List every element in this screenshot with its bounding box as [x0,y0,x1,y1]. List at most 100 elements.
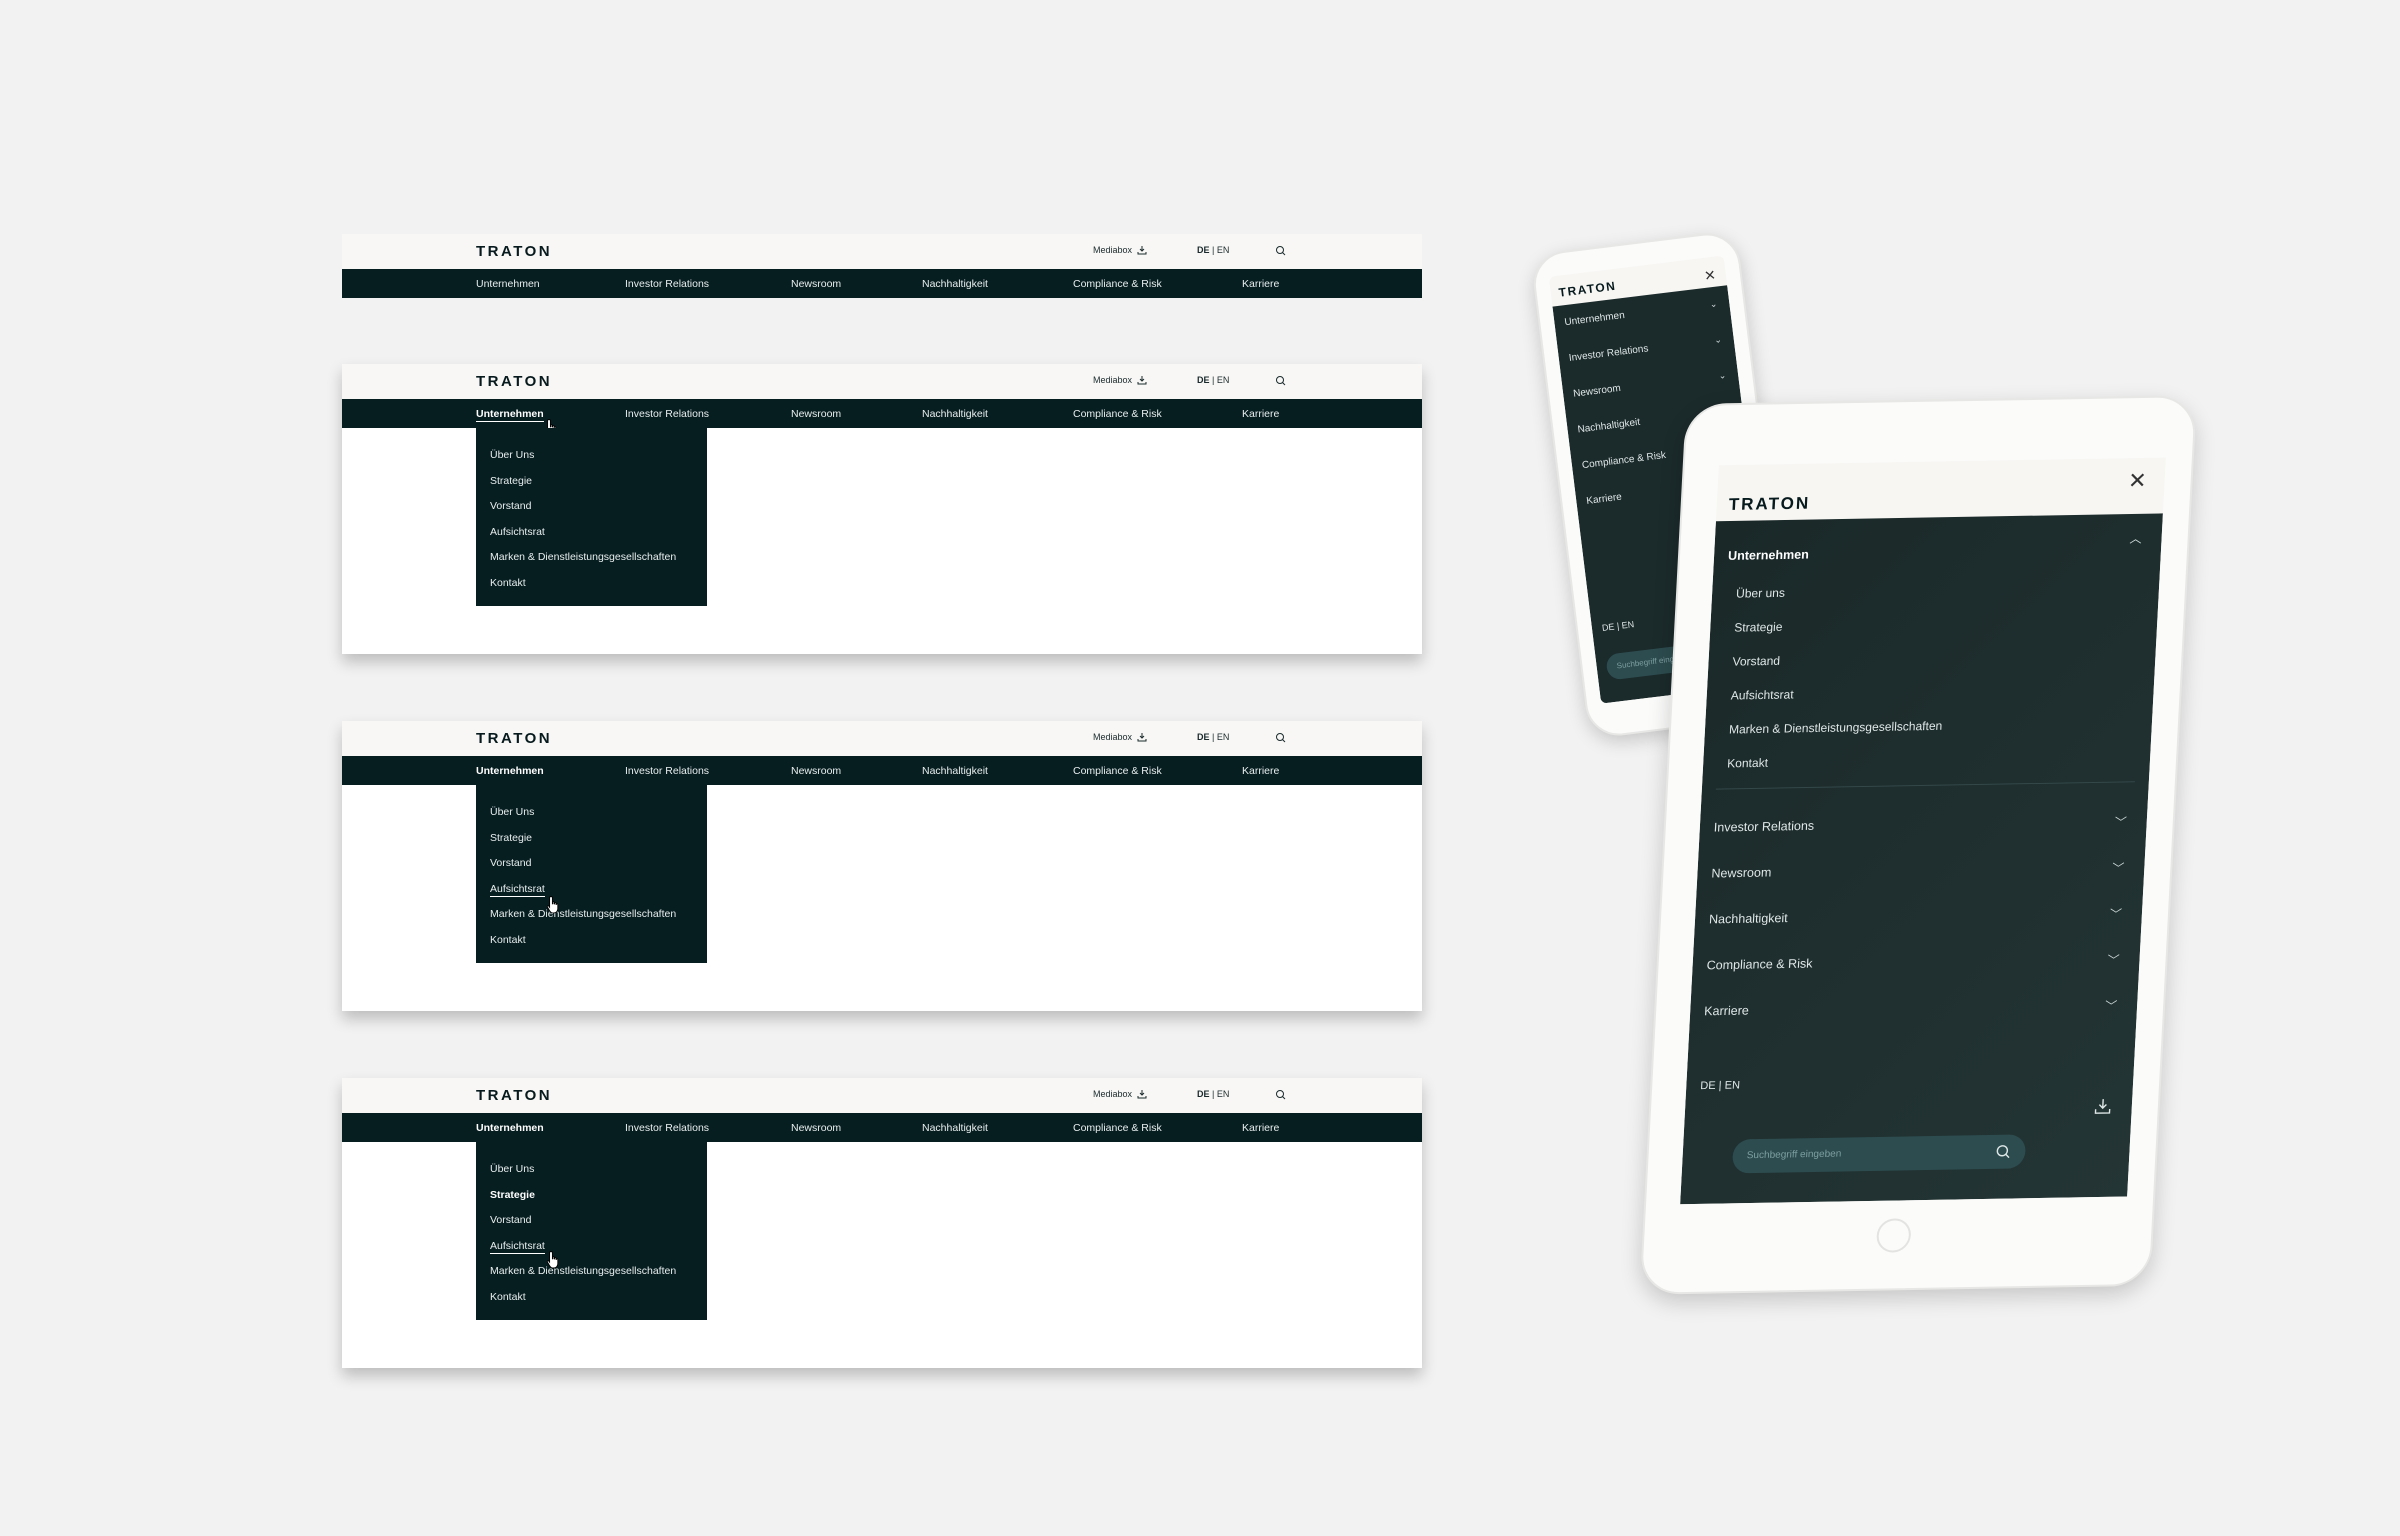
dropdown-item-marken[interactable]: Marken & Dienstleistungsgesellschaften [476,907,707,933]
tablet-menu-item[interactable]: Investor Relations ﹀ [1714,813,2128,834]
lang-en[interactable]: EN [1217,732,1230,742]
traton-logo[interactable]: TRATON [476,373,552,390]
tablet-submenu-item[interactable]: Kontakt [1727,756,1769,771]
nav-compliance-risk[interactable]: Compliance & Risk [1073,1122,1162,1134]
close-icon[interactable]: ✕ [1703,267,1717,285]
mediabox-link[interactable]: Mediabox [1093,1089,1147,1099]
tablet-submenu-item[interactable]: Über uns [1736,586,1786,601]
traton-logo[interactable]: TRATON [476,730,552,747]
dropdown-item-vorstand[interactable]: Vorstand [476,1213,707,1239]
traton-logo[interactable]: TRATON [476,1087,552,1104]
nav-newsroom[interactable]: Newsroom [791,278,841,290]
tablet-menu-label: Karriere [1703,1003,1750,1019]
download-icon [1137,246,1147,255]
mediabox-link[interactable]: Mediabox [1093,245,1147,255]
nav-karriere[interactable]: Karriere [1242,278,1279,290]
nav-investor-relations[interactable]: Investor Relations [625,278,709,290]
dropdown-item-kontakt[interactable]: Kontakt [476,933,707,959]
nav-newsroom[interactable]: Newsroom [791,408,841,420]
tablet-submenu-item[interactable]: Marken & Dienstleistungsgesellschaften [1729,719,1943,737]
nav-karriere[interactable]: Karriere [1242,1122,1279,1134]
mediabox-label: Mediabox [1093,1089,1133,1099]
nav-unternehmen[interactable]: Unternehmen [476,1122,544,1134]
tablet-menu-item[interactable]: Newsroom ﹀ [1711,859,2125,880]
nav-investor-relations[interactable]: Investor Relations [625,408,709,420]
phone-language-switch[interactable]: DE | EN [1601,619,1634,633]
tablet-home-button[interactable] [1875,1218,1912,1253]
nav-compliance-risk[interactable]: Compliance & Risk [1073,408,1162,420]
tablet-menu-item[interactable]: Nachhaltigkeit ﹀ [1709,905,2123,926]
chevron-up-icon[interactable]: ︿ [2129,530,2142,547]
nav-investor-relations[interactable]: Investor Relations [625,1122,709,1134]
dropdown-item-vorstand[interactable]: Vorstand [476,499,707,525]
topbar: TRATON Mediabox DE | EN [342,1078,1422,1113]
nav-nachhaltigkeit[interactable]: Nachhaltigkeit [922,1122,988,1134]
traton-logo[interactable]: TRATON [1558,279,1617,300]
lang-en[interactable]: EN [1217,1089,1230,1099]
dropdown-item-strategie[interactable]: Strategie [476,474,707,500]
nav-nachhaltigkeit[interactable]: Nachhaltigkeit [922,408,988,420]
traton-logo[interactable]: TRATON [476,243,552,260]
dropdown-item-aufsichtsrat[interactable]: Aufsichtsrat [476,1239,707,1265]
dropdown-item-strategie[interactable]: Strategie [476,831,707,857]
nav-karriere[interactable]: Karriere [1242,408,1279,420]
mediabox-label: Mediabox [1093,732,1133,742]
tablet-search-placeholder: Suchbegriff eingeben [1746,1148,1842,1162]
search-icon[interactable] [1275,1089,1287,1101]
download-icon[interactable] [2093,1097,2112,1115]
tablet-menu-item[interactable]: Karriere ﹀ [1704,997,2118,1018]
lang-de[interactable]: DE [1197,375,1210,385]
lang-separator: | [1209,1089,1217,1099]
dropdown-item-marken[interactable]: Marken & Dienstleistungsgesellschaften [476,550,707,576]
tablet-menu-item[interactable]: Compliance & Risk ﹀ [1706,951,2120,972]
dropdown-item-strategie[interactable]: Strategie [476,1188,707,1214]
tablet-menu-label: Nachhaltigkeit [1708,911,1789,927]
tablet-menu-label: Newsroom [1711,865,1772,881]
tablet-search-input[interactable]: Suchbegriff eingeben [1731,1134,2027,1174]
mediabox-link[interactable]: Mediabox [1093,732,1147,742]
lang-separator: | [1209,245,1217,255]
nav-unternehmen[interactable]: Unternehmen [476,765,544,777]
nav-karriere[interactable]: Karriere [1242,765,1279,777]
lang-de[interactable]: DE [1197,1089,1210,1099]
search-icon[interactable] [1995,1144,2012,1160]
search-icon[interactable] [1275,732,1287,744]
tablet-language-switch[interactable]: DE | EN [1700,1080,1740,1093]
dropdown-item-ueber-uns[interactable]: Über Uns [476,448,707,474]
dropdown-item-kontakt[interactable]: Kontakt [476,576,707,602]
dropdown-item-vorstand[interactable]: Vorstand [476,856,707,882]
nav-newsroom[interactable]: Newsroom [791,1122,841,1134]
search-icon[interactable] [1275,245,1287,257]
tablet-submenu-item[interactable]: Strategie [1734,620,1783,635]
tablet-submenu-item[interactable]: Vorstand [1732,654,1780,669]
traton-logo[interactable]: TRATON [1728,494,1810,515]
close-icon[interactable]: ✕ [2127,468,2148,494]
topbar: TRATON Mediabox DE | EN [342,364,1422,399]
dropdown-item-marken[interactable]: Marken & Dienstleistungsgesellschaften [476,1264,707,1290]
lang-de[interactable]: DE [1197,245,1210,255]
dropdown-item-kontakt[interactable]: Kontakt [476,1290,707,1316]
dropdown-item-aufsichtsrat[interactable]: Aufsichtsrat [476,882,707,908]
dropdown-item-ueber-uns[interactable]: Über Uns [476,805,707,831]
nav-unternehmen[interactable]: Unternehmen [476,278,540,290]
lang-en[interactable]: EN [1217,245,1230,255]
nav-nachhaltigkeit[interactable]: Nachhaltigkeit [922,765,988,777]
dropdown-item-ueber-uns[interactable]: Über Uns [476,1162,707,1188]
nav-nachhaltigkeit[interactable]: Nachhaltigkeit [922,278,988,290]
tablet-submenu-item[interactable]: Aufsichtsrat [1730,687,1794,702]
language-switch[interactable]: DE | EN [1197,732,1229,742]
lang-en[interactable]: EN [1217,375,1230,385]
nav-unternehmen[interactable]: Unternehmen [476,408,544,422]
nav-newsroom[interactable]: Newsroom [791,765,841,777]
language-switch[interactable]: DE | EN [1197,1089,1229,1099]
search-icon[interactable] [1275,375,1287,387]
language-switch[interactable]: DE | EN [1197,245,1229,255]
nav-compliance-risk[interactable]: Compliance & Risk [1073,278,1162,290]
dropdown-item-aufsichtsrat[interactable]: Aufsichtsrat [476,525,707,551]
nav-compliance-risk[interactable]: Compliance & Risk [1073,765,1162,777]
nav-investor-relations[interactable]: Investor Relations [625,765,709,777]
mediabox-link[interactable]: Mediabox [1093,375,1147,385]
language-switch[interactable]: DE | EN [1197,375,1229,385]
lang-de[interactable]: DE [1197,732,1210,742]
tablet-menu-group-unternehmen[interactable]: Unternehmen [1728,548,1809,563]
